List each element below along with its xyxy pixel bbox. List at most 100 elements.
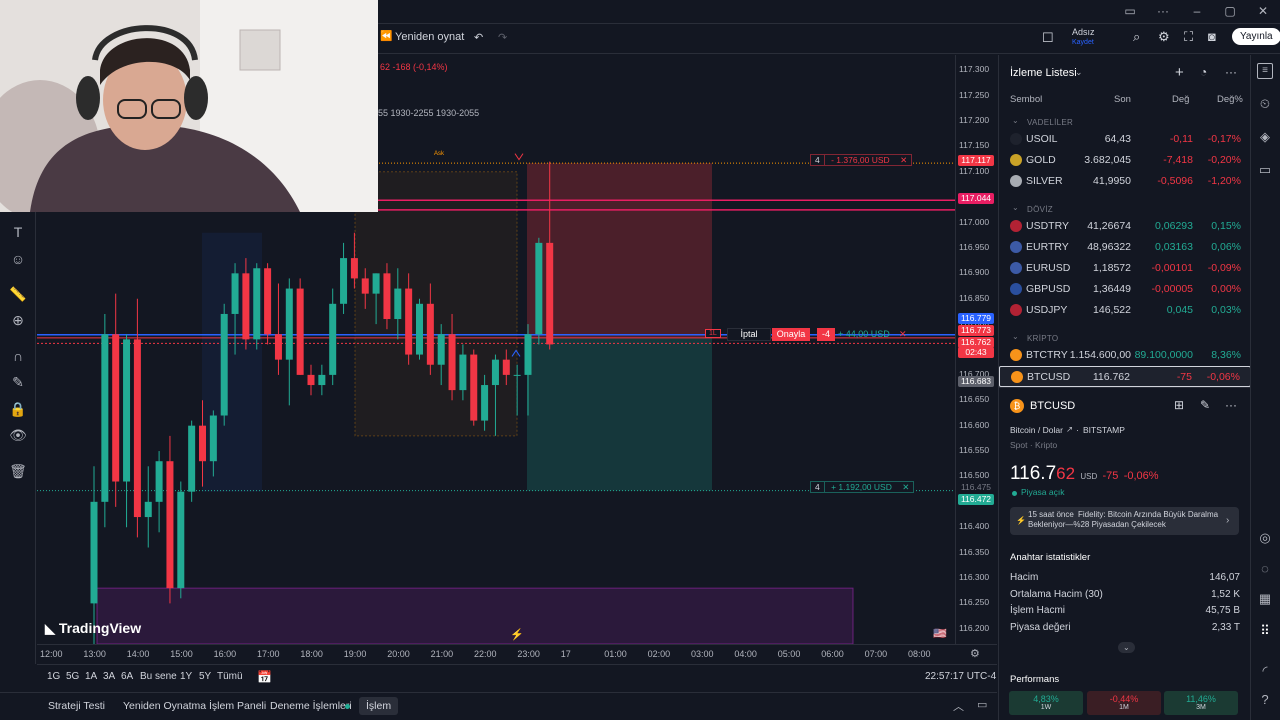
maximize-icon[interactable]: ▢	[1220, 4, 1240, 20]
order-close-icon[interactable]: ✕	[899, 329, 907, 340]
grid-icon[interactable]: ⊞	[1174, 398, 1184, 412]
more-icon[interactable]: ···	[1225, 398, 1237, 412]
watchlist-row[interactable]: EURUSD 1,18572 -0,00101 -0,09%	[999, 258, 1251, 279]
news-card[interactable]: ⚡ 15 saat önce Fidelity: Bitcoin Arzında…	[1010, 507, 1239, 535]
chat-icon[interactable]: ▭	[1255, 160, 1275, 180]
watchlist-options-icon[interactable]: ◔	[1200, 65, 1207, 79]
calendar-icon[interactable]: 📅	[257, 670, 272, 684]
zoom-in-icon[interactable]: ⊕	[8, 310, 28, 330]
range-button[interactable]: 6A	[121, 671, 133, 682]
range-button[interactable]: 1G	[47, 671, 60, 682]
range-button[interactable]: 1Y	[180, 671, 192, 682]
close-icon[interactable]: ✕	[1253, 4, 1273, 20]
layout-name[interactable]: Adsız	[1072, 27, 1095, 37]
layout-icon[interactable]: ▭	[1120, 4, 1140, 20]
col-symbol[interactable]: Sembol	[1010, 94, 1042, 105]
watchlist-row[interactable]: USDTRY 41,26674 0,06293 0,15%	[999, 216, 1251, 237]
rss-icon[interactable]: ◜	[1255, 661, 1275, 681]
emoji-tool-icon[interactable]: ☺	[8, 249, 28, 269]
range-button[interactable]: 3A	[103, 671, 115, 682]
event-icon[interactable]: ⚡	[510, 628, 524, 641]
confirm-order-button[interactable]: Onayla	[772, 328, 810, 341]
watchlist-row[interactable]: USDJPY 146,522 0,045 0,03%	[999, 300, 1251, 321]
more-icon[interactable]: ···	[1225, 65, 1237, 79]
watchlist-row[interactable]: BTCTRY 1.154.600,00 89.100,0000 8,36%	[999, 345, 1251, 366]
collapse-up-icon[interactable]: ︿	[953, 698, 964, 714]
clock[interactable]: 22:57:17 UTC-4	[925, 671, 996, 682]
watchlist-title[interactable]: İzleme Listesi	[1010, 67, 1077, 79]
watchlist-row[interactable]: BTCUSD 116.762 -75 -0,06%	[999, 366, 1251, 387]
chevron-down-icon[interactable]: ⌄	[1012, 116, 1019, 125]
col-change[interactable]: Değ	[1172, 94, 1189, 105]
detail-symbol[interactable]: BTCUSD	[1030, 400, 1075, 412]
eye-icon[interactable]: 👁	[8, 425, 28, 445]
pencil-lock-icon[interactable]: ✎	[8, 372, 28, 392]
alert-icon[interactable]: ◌	[1255, 559, 1275, 579]
watchlist-row[interactable]: GBPUSD 1,36449 -0,00005 0,00%	[999, 279, 1251, 300]
maximize-panel-icon[interactable]: ▭	[977, 698, 987, 711]
target-icon[interactable]: ◎	[1255, 528, 1275, 548]
watchlist-row[interactable]: GOLD 3.682,045 -7,418 -0,20%	[999, 150, 1251, 171]
chevron-down-icon[interactable]: ⌄	[1012, 203, 1019, 212]
ruler-icon[interactable]: 📏	[8, 284, 28, 304]
fullscreen-icon[interactable]: ⛶	[1184, 29, 1193, 45]
settings-icon[interactable]: ⚙	[1158, 29, 1170, 45]
stop-close-icon[interactable]: ✕	[896, 155, 911, 165]
target-order-label[interactable]: 4 + 1.192,00 USD ✕	[810, 481, 915, 493]
perf-tile[interactable]: 11,46% 3M	[1164, 691, 1238, 715]
expand-stats-icon[interactable]: ⌄	[1118, 642, 1135, 653]
range-button[interactable]: Bu sene	[140, 671, 177, 682]
perf-tile[interactable]: -0,44% 1M	[1087, 691, 1161, 715]
watchlist-section[interactable]: VADELİLER	[1027, 118, 1073, 127]
edit-icon[interactable]: ✎	[1200, 398, 1210, 412]
watchlist-row[interactable]: USOIL 64,43 -0,11 -0,17%	[999, 129, 1251, 150]
tab-paper-trading[interactable]: Deneme İşlemleri	[270, 700, 352, 712]
target-close-icon[interactable]: ✕	[898, 482, 913, 492]
axis-settings-icon[interactable]: ⚙	[970, 647, 980, 660]
stat-key: Hacim	[1010, 572, 1039, 583]
col-change-pct[interactable]: Değ%	[1217, 94, 1243, 105]
apps-grid-icon[interactable]: ⠿	[1255, 621, 1275, 641]
watchlist-row[interactable]: SILVER 41,9950 -0,5096 -1,20%	[999, 171, 1251, 192]
help-icon[interactable]: ?	[1255, 690, 1275, 710]
checkbox-icon[interactable]: ☐	[1042, 30, 1054, 46]
range-button[interactable]: Tümü	[217, 671, 243, 682]
symbol-icon	[1010, 133, 1022, 145]
camera-icon[interactable]: ◙	[1208, 29, 1216, 44]
tab-replay-panel[interactable]: Yeniden Oynatma İşlem Paneli	[123, 700, 266, 712]
cancel-order-button[interactable]: İptal	[727, 328, 771, 341]
save-label[interactable]: Kaydet	[1072, 39, 1094, 46]
trash-icon[interactable]: 🗑	[8, 461, 28, 481]
range-button[interactable]: 1A	[85, 671, 97, 682]
perf-tile[interactable]: 4,83% 1W	[1009, 691, 1083, 715]
replay-button[interactable]: Yeniden oynat	[395, 31, 464, 43]
range-button[interactable]: 5G	[66, 671, 79, 682]
watchlist-row[interactable]: EURTRY 48,96322 0,03163 0,06%	[999, 237, 1251, 258]
add-symbol-icon[interactable]: +	[1175, 64, 1184, 81]
text-tool-icon[interactable]: T	[8, 222, 28, 242]
replay-icon[interactable]: ⏪	[380, 31, 392, 42]
quick-search-icon[interactable]: ⌕	[1133, 29, 1140, 45]
magnet-icon[interactable]: ∩	[8, 346, 28, 366]
range-button[interactable]: 5Y	[199, 671, 211, 682]
more-icon[interactable]: ···	[1153, 4, 1173, 20]
external-link-icon[interactable]: ↗	[1066, 424, 1073, 435]
chevron-down-icon[interactable]: ⌄	[1075, 67, 1083, 78]
watchlist-icon[interactable]: ≡	[1257, 63, 1273, 79]
alarm-clock-icon[interactable]: ⏲	[1255, 94, 1275, 114]
watchlist-section[interactable]: DÖVİZ	[1027, 205, 1053, 214]
minimize-icon[interactable]: –	[1187, 4, 1207, 20]
layers-icon[interactable]: ◈	[1255, 127, 1275, 147]
watchlist-section[interactable]: KRİPTO	[1027, 334, 1058, 343]
detail-exchange[interactable]: BITSTAMP	[1083, 425, 1125, 435]
calendar-icon[interactable]: ▦	[1255, 589, 1275, 609]
undo-icon[interactable]: ↶	[474, 31, 483, 44]
lock-icon[interactable]: 🔒	[8, 399, 28, 419]
tab-trade[interactable]: İşlem	[359, 697, 399, 715]
publish-button[interactable]: Yayınla	[1232, 28, 1280, 45]
col-last[interactable]: Son	[1114, 94, 1131, 105]
stop-order-label[interactable]: 4 - 1.376,00 USD ✕	[810, 154, 913, 166]
tab-strategy-tester[interactable]: Strateji Testi	[48, 700, 105, 712]
chevron-down-icon[interactable]: ⌄	[1012, 332, 1019, 341]
us-flag-icon[interactable]: 🇺🇸	[933, 627, 947, 640]
